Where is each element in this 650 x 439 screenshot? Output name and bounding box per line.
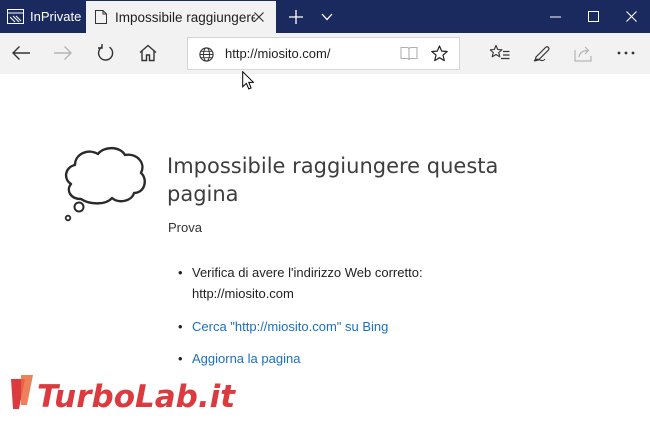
more-button[interactable] <box>611 38 641 68</box>
inprivate-badge[interactable]: InPrivate <box>0 0 83 33</box>
reading-view-icon[interactable] <box>400 46 418 61</box>
inprivate-icon <box>7 9 24 24</box>
turbolab-watermark-logo: TurboLab.it <box>11 375 237 416</box>
page-icon <box>95 10 107 24</box>
suggestion-check-address: Verifica di avere l'indirizzo Web corret… <box>176 262 466 304</box>
refresh-button[interactable] <box>91 38 121 68</box>
forward-button[interactable] <box>48 38 78 68</box>
home-icon <box>139 44 157 62</box>
error-subtitle: Prova <box>168 220 202 235</box>
navigation-bar: http://miosito.com/ <box>0 33 650 74</box>
hub-button[interactable] <box>485 38 515 68</box>
inprivate-label: InPrivate <box>30 9 82 24</box>
share-button[interactable] <box>569 38 599 68</box>
minimize-icon <box>549 16 561 17</box>
refresh-icon <box>97 44 114 61</box>
close-tab-icon[interactable] <box>251 9 267 25</box>
chevron-down-icon <box>321 13 333 20</box>
maximize-button[interactable] <box>574 0 612 33</box>
error-title: Impossibile raggiungere questa pagina <box>167 154 499 206</box>
share-icon <box>574 46 592 62</box>
close-window-button[interactable] <box>612 0 650 33</box>
suggestion-search-bing[interactable]: Cerca "http://miosito.com" su Bing <box>176 316 466 337</box>
close-icon <box>625 11 637 22</box>
thought-cloud-icon <box>64 146 146 222</box>
maximize-icon <box>587 11 599 22</box>
tab-active[interactable]: Impossibile raggiungere questa pagina <box>86 1 276 33</box>
new-tab-button[interactable] <box>282 0 310 33</box>
plus-icon <box>289 9 303 24</box>
home-button[interactable] <box>133 38 163 68</box>
hub-icon <box>490 44 510 60</box>
more-icon <box>617 51 635 55</box>
address-bar[interactable]: http://miosito.com/ <box>187 37 460 70</box>
forward-icon <box>54 46 72 60</box>
web-note-icon <box>533 46 550 62</box>
tab-list-button[interactable] <box>314 0 340 33</box>
url-text[interactable]: http://miosito.com/ <box>225 46 330 61</box>
mouse-cursor-icon <box>242 71 254 90</box>
suggestion-refresh[interactable]: Aggiorna la pagina <box>176 348 466 369</box>
back-icon <box>12 46 30 60</box>
tab-title: Impossibile raggiungere questa pagina <box>115 9 255 25</box>
title-bar: InPrivate Impossibile raggiungere questa… <box>0 0 650 33</box>
suggestion-list: Verifica di avere l'indirizzo Web corret… <box>176 262 466 380</box>
svg-text:TurboLab.it: TurboLab.it <box>37 379 236 415</box>
favorite-star-icon[interactable] <box>431 45 448 62</box>
globe-icon <box>199 47 214 62</box>
back-button[interactable] <box>6 38 36 68</box>
search-bing-link[interactable]: Cerca "http://miosito.com" su Bing <box>192 319 388 334</box>
refresh-page-link[interactable]: Aggiorna la pagina <box>192 351 300 366</box>
minimize-button[interactable] <box>536 0 574 33</box>
web-note-button[interactable] <box>527 38 557 68</box>
